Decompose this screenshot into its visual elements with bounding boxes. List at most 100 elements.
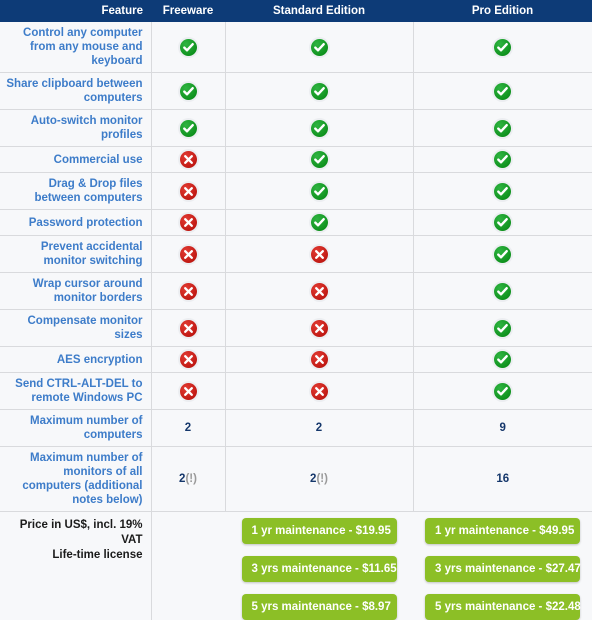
cell-pro — [413, 310, 592, 347]
pricing-comparison-table: Feature Freeware Standard Edition Pro Ed… — [0, 0, 592, 500]
table-row: Prevent accidental monitor switching — [0, 236, 592, 273]
cell-standard — [225, 147, 413, 173]
price-label-line2: Life-time license — [6, 548, 143, 563]
table-row: Share clipboard between computers — [0, 73, 592, 110]
cell-freeware — [151, 236, 225, 273]
cell-freeware — [151, 73, 225, 110]
pro-maintenance-button-2[interactable]: 3 yrs maintenance - $27.47 — [425, 556, 580, 582]
cell-pro — [413, 210, 592, 236]
cell-pro — [413, 73, 592, 110]
cross-icon — [180, 283, 197, 300]
price-label: Price in US$, incl. 19% VATLife-time lic… — [0, 512, 151, 620]
pro-maintenance-button-1[interactable]: 1 yr maintenance - $49.95 — [425, 518, 580, 544]
check-icon — [311, 214, 328, 231]
check-icon — [494, 120, 511, 137]
cell-value-note: (!) — [185, 473, 197, 485]
cell-pro — [413, 347, 592, 373]
standard-maintenance-button-2[interactable]: 3 yrs maintenance - $11.65 — [242, 556, 397, 582]
check-icon — [311, 151, 328, 168]
cell-freeware: 2 — [151, 410, 225, 447]
check-icon — [494, 83, 511, 100]
check-icon — [494, 283, 511, 300]
cell-freeware — [151, 210, 225, 236]
pro-maintenance-buttons: 1 yr maintenance - $49.95 3 yrs maintenan… — [413, 518, 592, 620]
cell-pro: 9 — [413, 410, 592, 447]
standard-maintenance-button-3[interactable]: 5 yrs maintenance - $8.97 — [242, 594, 397, 620]
cell-freeware — [151, 347, 225, 373]
feature-label: Wrap cursor around monitor borders — [0, 273, 151, 310]
cell-pro — [413, 273, 592, 310]
feature-label: Send CTRL-ALT-DEL to remote Windows PC — [0, 373, 151, 410]
cell-pro — [413, 236, 592, 273]
cell-standard — [225, 173, 413, 210]
table-row: Maximum number of monitors of all comput… — [0, 447, 592, 512]
table-header: Feature Freeware Standard Edition Pro Ed… — [0, 0, 592, 22]
column-header-pro-edition: Pro Edition — [413, 0, 592, 22]
cross-icon — [311, 383, 328, 400]
feature-label: Drag & Drop files between computers — [0, 173, 151, 210]
cell-standard — [225, 273, 413, 310]
feature-label: Password protection — [0, 210, 151, 236]
feature-label: Share clipboard between computers — [0, 73, 151, 110]
check-icon — [180, 83, 197, 100]
cell-standard: 2 — [225, 410, 413, 447]
cross-icon — [180, 151, 197, 168]
cell-freeware: 2(!) — [151, 447, 225, 512]
cross-icon — [180, 183, 197, 200]
check-icon — [311, 120, 328, 137]
standard-maintenance-button-1[interactable]: 1 yr maintenance - $19.95 — [242, 518, 397, 544]
check-icon — [494, 183, 511, 200]
standard-price-cell: 1 yr maintenance - $19.95 3 yrs maintenan… — [225, 512, 413, 620]
cross-icon — [311, 283, 328, 300]
cell-standard — [225, 347, 413, 373]
cell-freeware — [151, 147, 225, 173]
cell-standard — [225, 73, 413, 110]
feature-label: Commercial use — [0, 147, 151, 173]
feature-label: AES encryption — [0, 347, 151, 373]
column-header-freeware: Freeware — [151, 0, 225, 22]
cross-icon — [180, 320, 197, 337]
cross-icon — [311, 351, 328, 368]
cell-value-note: (!) — [316, 473, 328, 485]
table-row: Control any computer from any mouse and … — [0, 22, 592, 73]
table-row: Compensate monitor sizes — [0, 310, 592, 347]
column-header-feature: Feature — [0, 0, 151, 22]
check-icon — [494, 214, 511, 231]
cell-freeware — [151, 273, 225, 310]
check-icon — [180, 39, 197, 56]
feature-comparison-table: Feature Freeware Standard Edition Pro Ed… — [0, 0, 592, 620]
cell-standard: 2(!) — [225, 447, 413, 512]
table-row: Drag & Drop files between computers — [0, 173, 592, 210]
table-row: Maximum number of computers229 — [0, 410, 592, 447]
feature-label: Maximum number of monitors of all comput… — [0, 447, 151, 512]
check-icon — [311, 39, 328, 56]
cross-icon — [180, 214, 197, 231]
cell-pro — [413, 373, 592, 410]
cell-freeware — [151, 373, 225, 410]
table-row: Auto-switch monitor profiles — [0, 110, 592, 147]
feature-label: Auto-switch monitor profiles — [0, 110, 151, 147]
check-icon — [311, 83, 328, 100]
cell-freeware — [151, 110, 225, 147]
table-row: Commercial use — [0, 147, 592, 173]
table-row: AES encryption — [0, 347, 592, 373]
cell-freeware — [151, 310, 225, 347]
price-row: Price in US$, incl. 19% VATLife-time lic… — [0, 512, 592, 620]
check-icon — [494, 151, 511, 168]
check-icon — [494, 383, 511, 400]
pro-maintenance-button-3[interactable]: 5 yrs maintenance - $22.48 — [425, 594, 580, 620]
cell-standard — [225, 22, 413, 73]
table-row: Send CTRL-ALT-DEL to remote Windows PC — [0, 373, 592, 410]
feature-label: Compensate monitor sizes — [0, 310, 151, 347]
cross-icon — [180, 246, 197, 263]
cell-pro — [413, 22, 592, 73]
cell-standard — [225, 236, 413, 273]
cell-freeware — [151, 173, 225, 210]
price-label-line1: Price in US$, incl. 19% VAT — [6, 518, 143, 548]
check-icon — [494, 246, 511, 263]
cross-icon — [180, 383, 197, 400]
cross-icon — [311, 246, 328, 263]
cell-pro — [413, 173, 592, 210]
feature-label: Prevent accidental monitor switching — [0, 236, 151, 273]
check-icon — [311, 183, 328, 200]
